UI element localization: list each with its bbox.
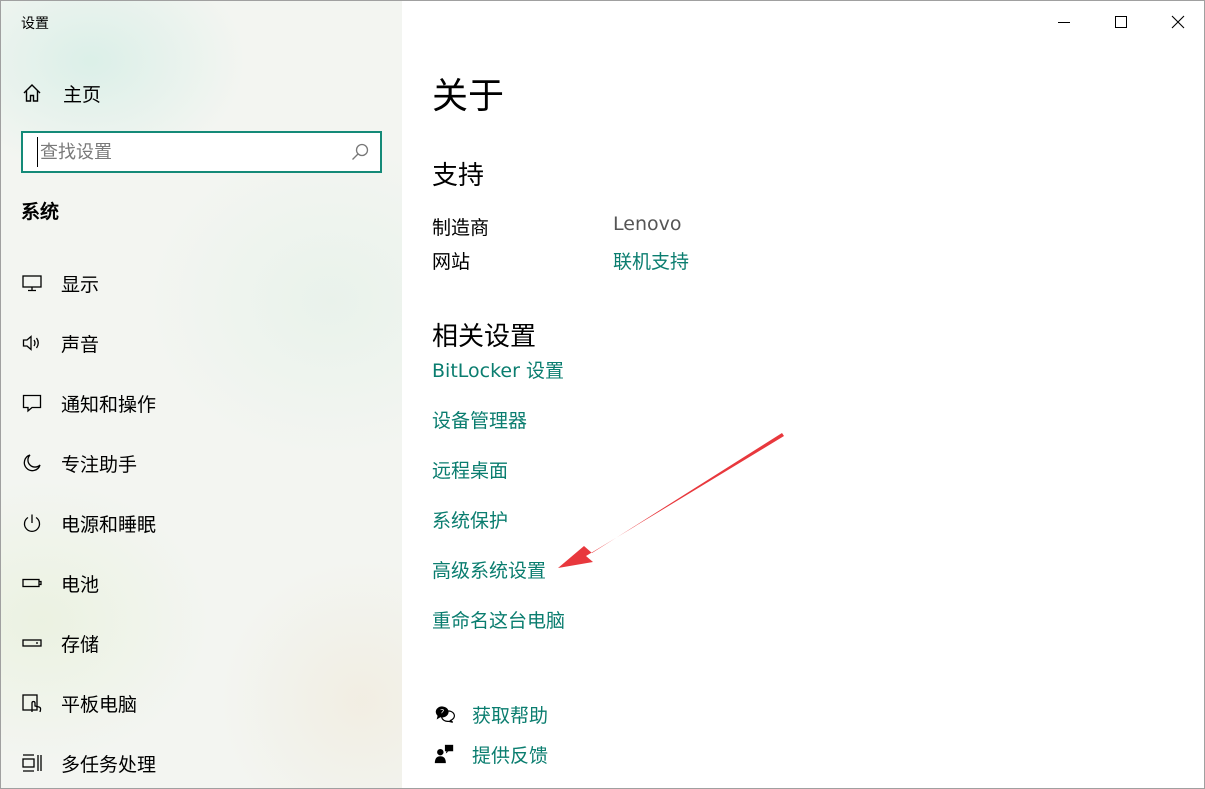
sidebar-item-label: 多任务处理 bbox=[61, 753, 157, 776]
remote-desktop-link[interactable]: 远程桌面 bbox=[432, 459, 565, 509]
get-help-link: 获取帮助 bbox=[472, 704, 549, 727]
tablet-icon bbox=[21, 692, 43, 714]
sidebar-item-label: 平板电脑 bbox=[61, 693, 138, 716]
multitask-icon bbox=[21, 752, 43, 774]
close-icon bbox=[1171, 15, 1184, 29]
sidebar-item-label: 显示 bbox=[61, 273, 100, 296]
sidebar-home[interactable]: 主页 bbox=[21, 80, 101, 106]
give-feedback-link: 提供反馈 bbox=[472, 744, 549, 767]
sidebar-item-storage[interactable]: 存储 bbox=[1, 613, 402, 673]
search-input[interactable] bbox=[37, 137, 347, 167]
sidebar-nav: 显示 声音 通知和操作 专注助手 电源和睡眠 电池 存储 平板电脑 多任务处理 bbox=[1, 253, 402, 788]
get-help-row[interactable]: ? 获取帮助 bbox=[432, 694, 548, 734]
sidebar-item-label: 通知和操作 bbox=[61, 393, 157, 416]
maximize-icon bbox=[1114, 16, 1127, 28]
advanced-system-settings-link[interactable]: 高级系统设置 bbox=[432, 559, 565, 609]
support-heading: 支持 bbox=[432, 161, 485, 191]
support-key: 网站 bbox=[432, 251, 471, 273]
moon-icon bbox=[21, 452, 43, 474]
sidebar-home-label: 主页 bbox=[63, 83, 102, 106]
support-value: Lenovo bbox=[613, 213, 682, 235]
home-icon bbox=[21, 82, 43, 104]
sidebar-item-battery[interactable]: 电池 bbox=[1, 553, 402, 613]
close-button[interactable] bbox=[1149, 1, 1204, 43]
window-controls bbox=[1035, 1, 1204, 43]
sidebar-section-title: 系统 bbox=[21, 201, 60, 223]
chat-help-icon: ? bbox=[432, 702, 456, 726]
sidebar-item-display[interactable]: 显示 bbox=[1, 253, 402, 313]
sidebar-item-tablet[interactable]: 平板电脑 bbox=[1, 673, 402, 733]
sidebar-item-label: 声音 bbox=[61, 333, 100, 356]
sidebar-item-label: 电源和睡眠 bbox=[61, 513, 157, 536]
search-box bbox=[21, 131, 382, 173]
help-section: ? 获取帮助 提供反馈 bbox=[432, 694, 548, 774]
sidebar-item-label: 电池 bbox=[61, 573, 100, 596]
window-title: 设置 bbox=[21, 16, 49, 32]
notification-icon bbox=[21, 392, 43, 414]
bitlocker-settings-link[interactable]: BitLocker 设置 bbox=[432, 359, 565, 409]
speaker-icon bbox=[21, 332, 43, 354]
related-settings-heading: 相关设置 bbox=[432, 322, 537, 352]
minimize-button[interactable] bbox=[1035, 1, 1092, 43]
storage-icon bbox=[21, 632, 43, 654]
minimize-icon bbox=[1057, 22, 1070, 23]
battery-icon bbox=[21, 572, 43, 594]
main-content: 关于 支持 制造商 Lenovo 网站 联机支持 相关设置 BitLocker … bbox=[402, 1, 1204, 788]
related-settings-links: BitLocker 设置 设备管理器 远程桌面 系统保护 高级系统设置 重命名这… bbox=[432, 359, 565, 659]
sidebar: 设置 主页 系统 bbox=[1, 1, 402, 788]
power-icon bbox=[21, 512, 43, 534]
feedback-icon bbox=[432, 742, 456, 766]
support-key: 制造商 bbox=[432, 217, 490, 239]
sidebar-item-focus-assist[interactable]: 专注助手 bbox=[1, 433, 402, 493]
maximize-button[interactable] bbox=[1092, 1, 1149, 43]
sidebar-item-multitasking[interactable]: 多任务处理 bbox=[1, 733, 402, 788]
sidebar-item-sound[interactable]: 声音 bbox=[1, 313, 402, 373]
settings-window: 设置 主页 系统 bbox=[0, 0, 1205, 789]
system-protection-link[interactable]: 系统保护 bbox=[432, 509, 565, 559]
online-support-link[interactable]: 联机支持 bbox=[613, 247, 689, 274]
sidebar-item-label: 存储 bbox=[61, 633, 100, 656]
display-icon bbox=[21, 272, 43, 294]
sidebar-item-label: 专注助手 bbox=[61, 453, 138, 476]
search-icon[interactable] bbox=[350, 142, 370, 162]
page-title: 关于 bbox=[432, 76, 505, 117]
sidebar-item-power-sleep[interactable]: 电源和睡眠 bbox=[1, 493, 402, 553]
give-feedback-row[interactable]: 提供反馈 bbox=[432, 734, 548, 774]
rename-pc-link[interactable]: 重命名这台电脑 bbox=[432, 609, 565, 659]
device-manager-link[interactable]: 设备管理器 bbox=[432, 409, 565, 459]
sidebar-item-notifications[interactable]: 通知和操作 bbox=[1, 373, 402, 433]
